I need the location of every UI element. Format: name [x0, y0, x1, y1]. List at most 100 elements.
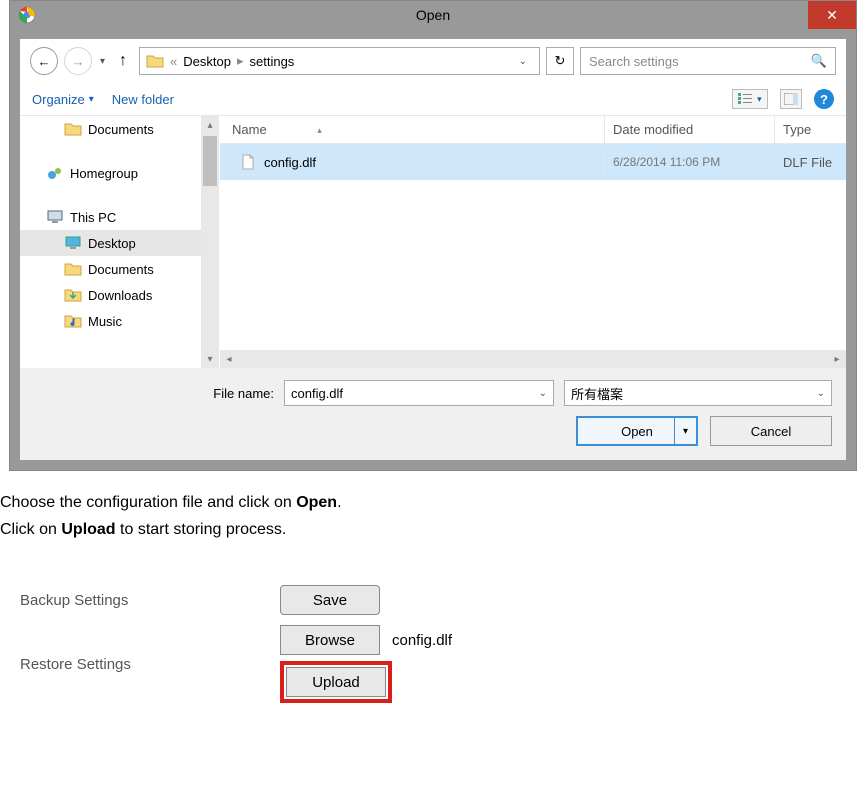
upload-button[interactable]: Upload: [286, 667, 386, 697]
back-button[interactable]: ←: [30, 47, 58, 75]
arrow-left-icon: ←: [38, 54, 51, 69]
sidebar: Documents Homegroup This PC Desktop: [20, 116, 220, 368]
computer-icon: [46, 208, 64, 226]
desktop-icon: [64, 234, 82, 252]
sidebar-item-documents[interactable]: Documents: [20, 116, 201, 142]
search-input[interactable]: Search settings 🔍: [580, 47, 836, 75]
filename-input[interactable]: config.dlf ⌄: [284, 380, 554, 406]
bottom-panel: File name: config.dlf ⌄ 所有檔案 ⌄ Open ▾: [20, 368, 846, 460]
scroll-thumb[interactable]: [203, 136, 217, 186]
open-dialog: Open ✕ ← → ▾ ↑ « Desktop ▸: [9, 0, 857, 471]
explorer-area: Documents Homegroup This PC Desktop: [20, 116, 846, 368]
restore-settings-row: Restore Settings Browse config.dlf Uploa…: [20, 625, 846, 703]
address-bar[interactable]: « Desktop ▸ settings ⌄: [139, 47, 540, 75]
chevron-down-icon: ▾: [683, 426, 688, 437]
browse-button[interactable]: Browse: [280, 625, 380, 655]
address-dropdown[interactable]: ⌄: [513, 56, 533, 67]
scroll-left-icon: ◂: [220, 354, 238, 365]
filename-value: config.dlf: [291, 386, 343, 401]
backup-settings-row: Backup Settings Save: [20, 585, 846, 615]
open-button[interactable]: Open ▾: [576, 416, 698, 446]
sidebar-item-homegroup[interactable]: Homegroup: [20, 160, 201, 186]
selected-config-name: config.dlf: [392, 632, 452, 649]
sidebar-item-label: Music: [88, 314, 122, 329]
sidebar-item-label: Homegroup: [70, 166, 138, 181]
file-type-filter[interactable]: 所有檔案 ⌄: [564, 380, 832, 406]
open-split-dropdown[interactable]: ▾: [674, 418, 696, 444]
toolbar: Organize ▾ New folder ▾ ?: [20, 83, 846, 116]
music-icon: [64, 312, 82, 330]
column-date[interactable]: Date modified: [604, 116, 774, 143]
cancel-button[interactable]: Cancel: [710, 416, 832, 446]
instruction-line-1: Choose the configuration file and click …: [0, 489, 866, 516]
column-label: Date modified: [613, 122, 693, 137]
arrow-right-icon: →: [72, 54, 85, 69]
close-icon: ✕: [826, 7, 838, 24]
filename-label: File name:: [34, 386, 274, 401]
search-placeholder: Search settings: [589, 54, 679, 69]
sidebar-item-label: Documents: [88, 122, 154, 137]
backup-label: Backup Settings: [20, 592, 280, 609]
chevron-down-icon: ▾: [89, 94, 94, 105]
sidebar-scrollbar[interactable]: ▴ ▾: [201, 116, 219, 368]
preview-pane-icon: [784, 93, 798, 105]
up-button[interactable]: ↑: [113, 52, 133, 70]
breadcrumb-desktop[interactable]: Desktop: [183, 54, 231, 69]
chevron-down-icon: ▾: [757, 94, 762, 105]
new-folder-button[interactable]: New folder: [112, 92, 174, 107]
upload-label: Upload: [312, 674, 360, 691]
preview-pane-button[interactable]: [780, 89, 802, 109]
chevron-down-icon: ⌄: [817, 388, 825, 399]
nav-row: ← → ▾ ↑ « Desktop ▸ settings ⌄ ↻: [20, 39, 846, 83]
history-dropdown[interactable]: ▾: [98, 56, 107, 67]
close-button[interactable]: ✕: [808, 1, 856, 29]
search-icon: 🔍: [811, 53, 827, 69]
help-icon: ?: [820, 92, 828, 107]
list-view-icon: [738, 93, 752, 105]
filter-value: 所有檔案: [571, 384, 623, 403]
refresh-button[interactable]: ↻: [546, 47, 574, 75]
sidebar-item-desktop[interactable]: Desktop: [20, 230, 201, 256]
column-name[interactable]: Name ▴: [220, 116, 604, 143]
file-header: Name ▴ Date modified Type: [220, 116, 846, 144]
file-name: config.dlf: [264, 155, 316, 170]
save-label: Save: [313, 592, 347, 609]
help-button[interactable]: ?: [814, 89, 834, 109]
view-mode-button[interactable]: ▾: [732, 89, 768, 109]
sort-ascending-icon: ▴: [317, 125, 322, 135]
title-bar: Open ✕: [10, 1, 856, 29]
upload-highlight: Upload: [280, 661, 392, 703]
breadcrumb-sep: ▸: [237, 53, 244, 69]
file-list[interactable]: config.dlf 6/28/2014 11:06 PM DLF File: [220, 144, 846, 350]
column-type[interactable]: Type: [774, 116, 846, 143]
forward-button[interactable]: →: [64, 47, 92, 75]
file-type: DLF File: [774, 149, 846, 176]
sidebar-item-documents-2[interactable]: Documents: [20, 256, 201, 282]
restore-label: Restore Settings: [20, 656, 280, 673]
breadcrumb-sep: «: [170, 54, 177, 69]
file-row[interactable]: config.dlf 6/28/2014 11:06 PM DLF File: [220, 144, 846, 180]
settings-panel: Backup Settings Save Restore Settings Br…: [0, 585, 866, 703]
dialog-body: ← → ▾ ↑ « Desktop ▸ settings ⌄ ↻: [10, 29, 856, 470]
instruction-line-2: Click on Upload to start storing process…: [0, 516, 866, 543]
organize-label: Organize: [32, 92, 85, 107]
column-label: Name: [232, 122, 267, 137]
breadcrumb-settings[interactable]: settings: [250, 54, 295, 69]
save-button[interactable]: Save: [280, 585, 380, 615]
horizontal-scrollbar[interactable]: ◂ ▸: [220, 350, 846, 368]
sidebar-item-music[interactable]: Music: [20, 308, 201, 334]
sidebar-item-downloads[interactable]: Downloads: [20, 282, 201, 308]
sidebar-item-this-pc[interactable]: This PC: [20, 204, 201, 230]
refresh-icon: ↻: [555, 53, 566, 69]
organize-button[interactable]: Organize ▾: [32, 92, 94, 107]
chevron-down-icon[interactable]: ⌄: [539, 388, 547, 399]
scroll-up-icon: ▴: [207, 116, 212, 134]
open-label: Open: [621, 424, 653, 439]
sidebar-item-label: Desktop: [88, 236, 136, 251]
downloads-icon: [64, 286, 82, 304]
folder-icon: [64, 120, 82, 138]
sidebar-item-label: Documents: [88, 262, 154, 277]
sidebar-item-label: This PC: [70, 210, 116, 225]
file-date: 6/28/2014 11:06 PM: [604, 149, 774, 175]
cancel-label: Cancel: [751, 424, 791, 439]
